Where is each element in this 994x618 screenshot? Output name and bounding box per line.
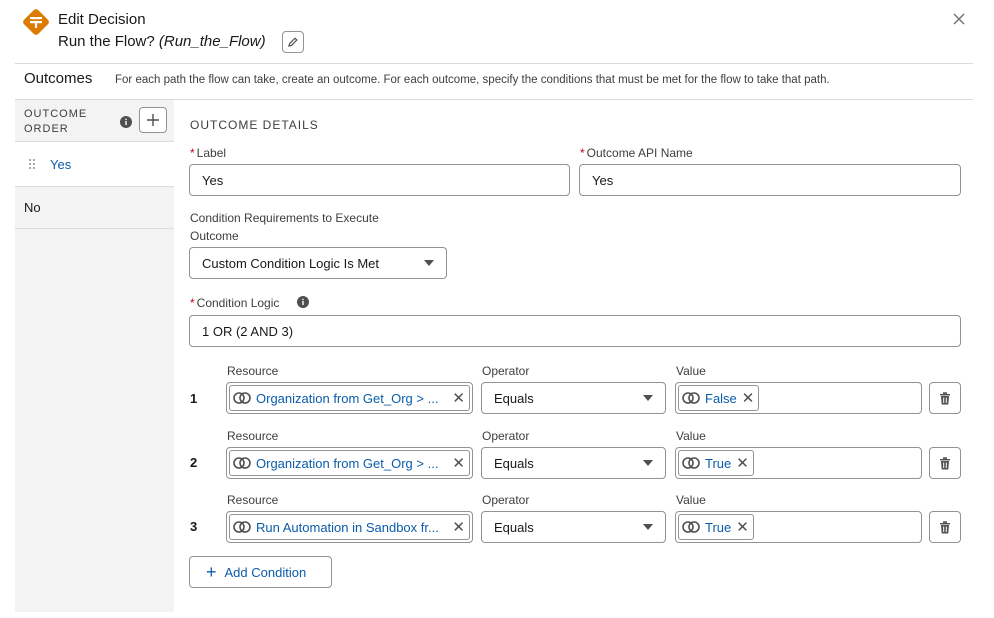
condition-row-number: 1 (190, 391, 198, 406)
edit-name-button[interactable] (282, 31, 304, 53)
value-pill[interactable]: True ✕ (678, 450, 754, 476)
delete-condition-button[interactable] (929, 447, 961, 479)
chevron-down-icon (643, 460, 653, 466)
info-icon[interactable] (297, 295, 309, 308)
merge-field-icon (233, 521, 251, 533)
delete-condition-button[interactable] (929, 382, 961, 414)
value-combobox[interactable]: True ✕ (675, 447, 922, 479)
api-name-field-label-text: Outcome API Name (586, 146, 693, 160)
condition-logic-label-text: Condition Logic (196, 296, 280, 310)
outcome-details-title: OUTCOME DETAILS (190, 118, 319, 132)
value-combobox[interactable]: True ✕ (675, 511, 922, 543)
remove-icon[interactable]: ✕ (736, 520, 749, 535)
label-field-label: * Label (190, 146, 227, 160)
resource-combobox[interactable]: Run Automation in Sandbox fr... ✕ (226, 511, 473, 543)
close-button[interactable] (950, 10, 968, 28)
operator-select[interactable]: Equals (481, 511, 666, 543)
resource-pill-label: Organization from Get_Org > ... (256, 390, 439, 406)
delete-condition-button[interactable] (929, 511, 961, 543)
value-pill-label: False (705, 390, 737, 406)
close-icon (953, 13, 965, 25)
merge-field-icon (233, 392, 251, 404)
decision-icon (22, 8, 50, 36)
remove-icon[interactable]: ✕ (452, 391, 465, 406)
value-header: Value (676, 364, 706, 378)
resource-combobox[interactable]: Organization from Get_Org > ... ✕ (226, 447, 473, 479)
resource-header: Resource (227, 429, 279, 443)
value-pill-label: True (705, 455, 732, 471)
outcome-item-label[interactable]: No (24, 200, 41, 215)
resource-pill[interactable]: Organization from Get_Org > ... ✕ (229, 385, 470, 411)
element-name-title: Run the Flow? (Run_the_Flow) (58, 33, 266, 50)
outcome-item-yes[interactable] (15, 142, 174, 187)
condition-requirements-value: Custom Condition Logic Is Met (202, 255, 380, 271)
operator-value: Equals (494, 455, 534, 471)
modal-kind-title: Edit Decision (58, 11, 146, 28)
trash-icon (940, 520, 950, 533)
resource-pill-label: Run Automation in Sandbox fr... (256, 519, 439, 535)
condition-row-number: 2 (190, 455, 198, 470)
outcome-order-label-line2: ORDER (24, 123, 69, 135)
remove-icon[interactable]: ✕ (742, 391, 755, 406)
plus-icon: + (206, 562, 217, 582)
operator-header: Operator (482, 429, 530, 443)
resource-header: Resource (227, 493, 279, 507)
value-header: Value (676, 493, 706, 507)
plus-icon (147, 114, 159, 126)
operator-select[interactable]: Equals (481, 447, 666, 479)
condition-requirements-label: Condition Requirements to Execute Outcom… (190, 211, 379, 243)
trash-icon (940, 391, 950, 404)
value-combobox[interactable]: False ✕ (675, 382, 922, 414)
value-header: Value (676, 429, 706, 443)
trash-icon (940, 456, 950, 469)
chevron-down-icon (643, 395, 653, 401)
chevron-down-icon (424, 260, 434, 266)
merge-field-icon (233, 457, 251, 469)
outcomes-description: For each path the flow can take, create … (115, 74, 830, 86)
outcome-order-label: OUTCOME ORDER (24, 107, 87, 137)
resource-combobox[interactable]: Organization from Get_Org > ... ✕ (226, 382, 473, 414)
label-field-label-text: Label (196, 146, 227, 160)
remove-icon[interactable]: ✕ (452, 456, 465, 471)
operator-value: Equals (494, 390, 534, 406)
outcome-order-label-line1: OUTCOME (24, 108, 88, 120)
api-name-field-label: * Outcome API Name (580, 146, 693, 160)
operator-select[interactable]: Equals (481, 382, 666, 414)
outcomes-title: Outcomes (24, 70, 93, 87)
resource-pill[interactable]: Run Automation in Sandbox fr... ✕ (229, 514, 470, 540)
element-label: Run the Flow? (58, 33, 159, 50)
operator-value: Equals (494, 519, 534, 535)
info-icon[interactable] (120, 115, 132, 128)
drag-handle-icon[interactable] (28, 158, 36, 172)
pencil-icon (288, 37, 298, 47)
value-pill-label: True (705, 519, 732, 535)
api-name-input[interactable]: Yes (579, 164, 961, 196)
operator-header: Operator (482, 364, 530, 378)
element-api-name: (Run_the_Flow) (158, 33, 266, 50)
value-pill[interactable]: True ✕ (678, 514, 754, 540)
add-outcome-button[interactable] (139, 107, 167, 133)
chevron-down-icon (643, 524, 653, 530)
add-condition-label: Add Condition (224, 564, 307, 580)
operator-header: Operator (482, 493, 530, 507)
merge-field-icon (682, 392, 700, 404)
label-input[interactable]: Yes (189, 164, 570, 196)
condition-logic-input[interactable]: 1 OR (2 AND 3) (189, 315, 961, 347)
resource-pill-label: Organization from Get_Org > ... (256, 455, 439, 471)
merge-field-icon (682, 457, 700, 469)
remove-icon[interactable]: ✕ (736, 456, 749, 471)
condition-row-number: 3 (190, 519, 198, 534)
add-condition-button[interactable]: + Add Condition (189, 556, 332, 588)
resource-header: Resource (227, 364, 279, 378)
merge-field-icon (682, 521, 700, 533)
value-pill[interactable]: False ✕ (678, 385, 760, 411)
resource-pill[interactable]: Organization from Get_Org > ... ✕ (229, 450, 470, 476)
condition-logic-label: * Condition Logic (190, 296, 280, 310)
outcome-item-label[interactable]: Yes (50, 157, 71, 172)
divider (15, 63, 973, 64)
condition-requirements-select[interactable]: Custom Condition Logic Is Met (189, 247, 447, 279)
remove-icon[interactable]: ✕ (452, 520, 465, 535)
